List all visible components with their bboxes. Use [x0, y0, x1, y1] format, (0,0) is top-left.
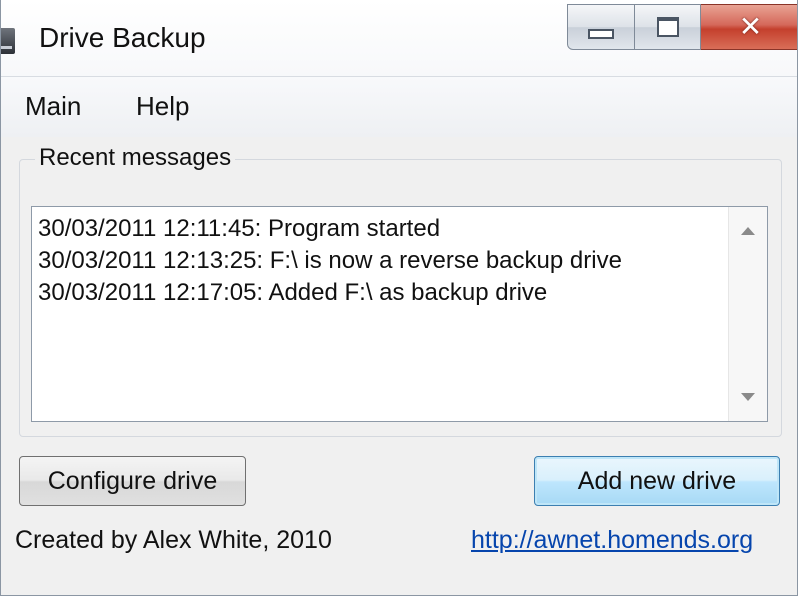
configure-drive-button[interactable]: Configure drive: [19, 456, 246, 506]
log-line[interactable]: 30/03/2011 12:11:45: Program started: [38, 213, 728, 245]
menu-main[interactable]: Main: [25, 91, 81, 122]
recent-messages-label: Recent messages: [35, 144, 236, 172]
close-button[interactable]: ✕: [701, 4, 797, 50]
messages-listbox[interactable]: 30/03/2011 12:11:45: Program started 30/…: [31, 206, 768, 422]
add-new-drive-button[interactable]: Add new drive: [534, 456, 780, 506]
window-title: Drive Backup: [39, 22, 206, 53]
vertical-scrollbar[interactable]: [728, 207, 767, 421]
caption-buttons: ✕: [567, 4, 797, 50]
drive-icon: [1, 28, 15, 54]
minimize-icon: [588, 29, 614, 39]
maximize-button[interactable]: [635, 4, 701, 50]
scroll-up-icon[interactable]: [741, 227, 755, 235]
minimize-button[interactable]: [567, 4, 635, 50]
scroll-down-icon[interactable]: [741, 393, 755, 401]
maximize-icon: [656, 17, 679, 37]
log-lines: 30/03/2011 12:11:45: Program started 30/…: [38, 213, 728, 309]
menu-help[interactable]: Help: [136, 91, 189, 122]
close-icon: ✕: [738, 10, 763, 43]
log-line[interactable]: 30/03/2011 12:17:05: Added F:\ as backup…: [38, 277, 728, 309]
app-window: Drive Backup ✕ Main Help Recent messages…: [0, 0, 798, 596]
title-bar[interactable]: Drive Backup ✕: [1, 0, 797, 77]
credit-text: Created by Alex White, 2010: [15, 526, 332, 554]
menu-bar: Main Help: [1, 77, 797, 137]
homepage-link[interactable]: http://awnet.homends.org: [471, 526, 753, 555]
log-line[interactable]: 30/03/2011 12:13:25: F:\ is now a revers…: [38, 245, 728, 277]
